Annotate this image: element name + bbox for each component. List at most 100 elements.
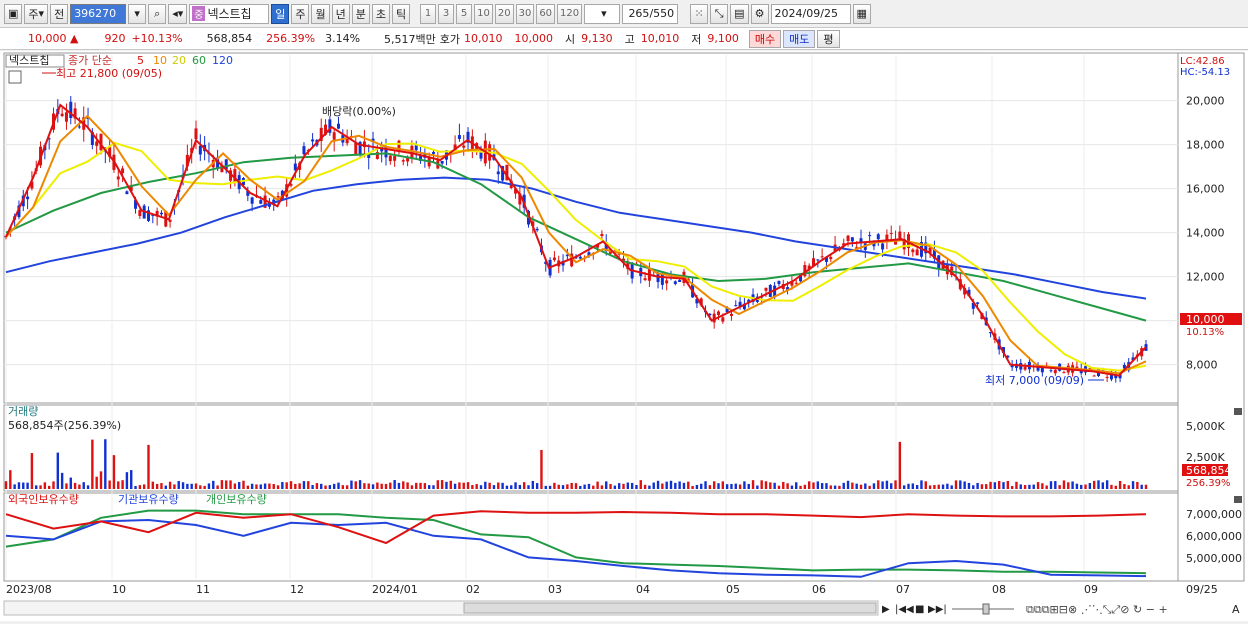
eval-button[interactable]: 평 [817,29,840,48]
volume-bar [69,477,72,489]
volume-bar [518,484,522,489]
amount: 5,517백만 [384,32,436,46]
price-tick-label: 16,000 [1186,183,1225,196]
volume-bar [566,484,569,489]
candle-body [673,281,677,284]
volume-bar [233,483,237,489]
num-button-10[interactable]: 10 [474,3,493,24]
volume-bar [976,482,979,489]
interval-second[interactable]: 초 [371,3,390,24]
ask-value: 10,000 [514,32,554,45]
gear-icon[interactable]: ⚙ [750,3,769,24]
volume-bar [117,481,120,489]
num-button-20[interactable]: 20 [494,3,514,24]
volume-bar [833,485,837,489]
volume-bar [872,483,876,489]
volume-bar [229,480,232,489]
period-select[interactable]: 주 ▾ [24,3,49,24]
ma-60-label: 60 [192,54,206,67]
volume-bar [423,483,427,489]
candle-body [462,145,466,148]
num-button-60[interactable]: 60 [536,3,556,24]
scroll-right-icon[interactable]: ▶ [882,604,890,615]
search-icon[interactable]: ⌕ [148,3,167,24]
holdings-panel-close-icon[interactable] [1234,496,1242,503]
volume-bar [704,481,707,489]
stock-code-input[interactable]: 396270 [70,3,127,24]
volume-bar [877,480,880,489]
volume-panel-close-icon[interactable] [1234,408,1242,415]
num-button-1[interactable]: 1 [420,3,437,24]
interval-day[interactable]: 일 [271,3,290,24]
volume-bar [669,480,673,489]
volume-bar [630,482,634,489]
ma-10-label: 10 [153,54,167,67]
candle-body [311,139,315,142]
volume-bar [777,485,781,489]
count-field[interactable]: 265/550 [622,3,679,24]
candle-body [198,145,202,155]
volume-bar [1045,485,1048,489]
candle-body [457,135,461,139]
chart-area[interactable]: 넥스트칩 종가 단순 5 10 20 60 120 최고 21,800 (09/… [0,51,1248,621]
calendar-icon[interactable]: ▦ [852,3,871,24]
buy-button[interactable]: 매수 [748,29,782,48]
volume-bar [298,483,301,489]
volume-bar [30,453,34,489]
chevron-down-icon[interactable]: ▾ [128,3,147,24]
custom-interval-select[interactable]: ▾ [584,3,621,24]
interval-minute[interactable]: 분 [351,3,370,24]
stop-icon[interactable]: ■ [915,604,924,615]
volume-bar [1010,485,1014,489]
num-button-3[interactable]: 3 [438,3,455,24]
candle-body [846,235,850,241]
num-button-120[interactable]: 120 [557,3,583,24]
num-button-30[interactable]: 30 [515,3,535,24]
candle-body [678,280,682,283]
volume-bar [207,483,211,489]
window-icon[interactable]: ▣ [4,3,23,24]
interval-year[interactable]: 년 [331,3,350,24]
interval-month[interactable]: 월 [311,3,330,24]
x-axis-labels: 2023/08 10 11 12 2024/01 02 03 04 05 06 07 08 09 [6,583,1098,596]
stock-name-field[interactable]: 중 넥스트칩 [189,3,270,24]
scroll-first-icon[interactable]: |◀◀ [895,604,914,615]
volume-bar [22,482,25,489]
tools-icon[interactable]: ⤡ [710,3,729,24]
volume-bar [60,472,64,489]
interval-week[interactable]: 주 [291,3,310,24]
volume-bar [764,481,768,489]
speaker-icon[interactable]: ◂▾ [168,3,188,24]
prev-button[interactable]: 전 [50,3,69,24]
scrollbar-thumb[interactable] [463,602,877,614]
volume-bar [479,485,483,489]
volume-bar [1123,484,1126,489]
high-note: 최고 21,800 (09/05) [56,67,162,80]
volume-bar [933,485,936,489]
current-price: 10,000 ▲ [28,32,79,45]
interval-tick[interactable]: 틱 [391,3,411,24]
layout-icons[interactable]: ⧉⧉⧉⊞⊟⊗ ⋰⋱⤡⤢⊘ ↻ − + [1026,603,1168,616]
volume-bar [1101,482,1105,489]
sell-button[interactable]: 매도 [783,29,816,48]
save-icon[interactable]: ▤ [730,3,749,24]
scroll-last-icon[interactable]: ▶▶| [928,604,947,615]
price-tick-label: 8,000 [1186,359,1218,372]
volume-bar [1092,480,1096,489]
candle-body [976,302,980,304]
volume-bar [661,483,664,489]
volume-bar [350,480,353,489]
chart-svg[interactable]: 넥스트칩 종가 단순 5 10 20 60 120 최고 21,800 (09/… [0,51,1248,621]
volume-bar [384,483,388,489]
date-field[interactable]: 2024/09/25 [770,3,851,24]
zoom-slider-handle[interactable] [982,603,990,615]
volume-bar [397,482,401,489]
font-size-icon[interactable]: A [1232,603,1240,616]
table-icon[interactable] [8,70,22,84]
volume-bar [1105,480,1109,489]
volume-bar [1002,482,1005,489]
volume-bar [708,485,712,489]
num-button-5[interactable]: 5 [456,3,473,24]
price-tick-label: 18,000 [1186,139,1225,152]
grid-icon[interactable]: ⁙ [690,3,709,24]
